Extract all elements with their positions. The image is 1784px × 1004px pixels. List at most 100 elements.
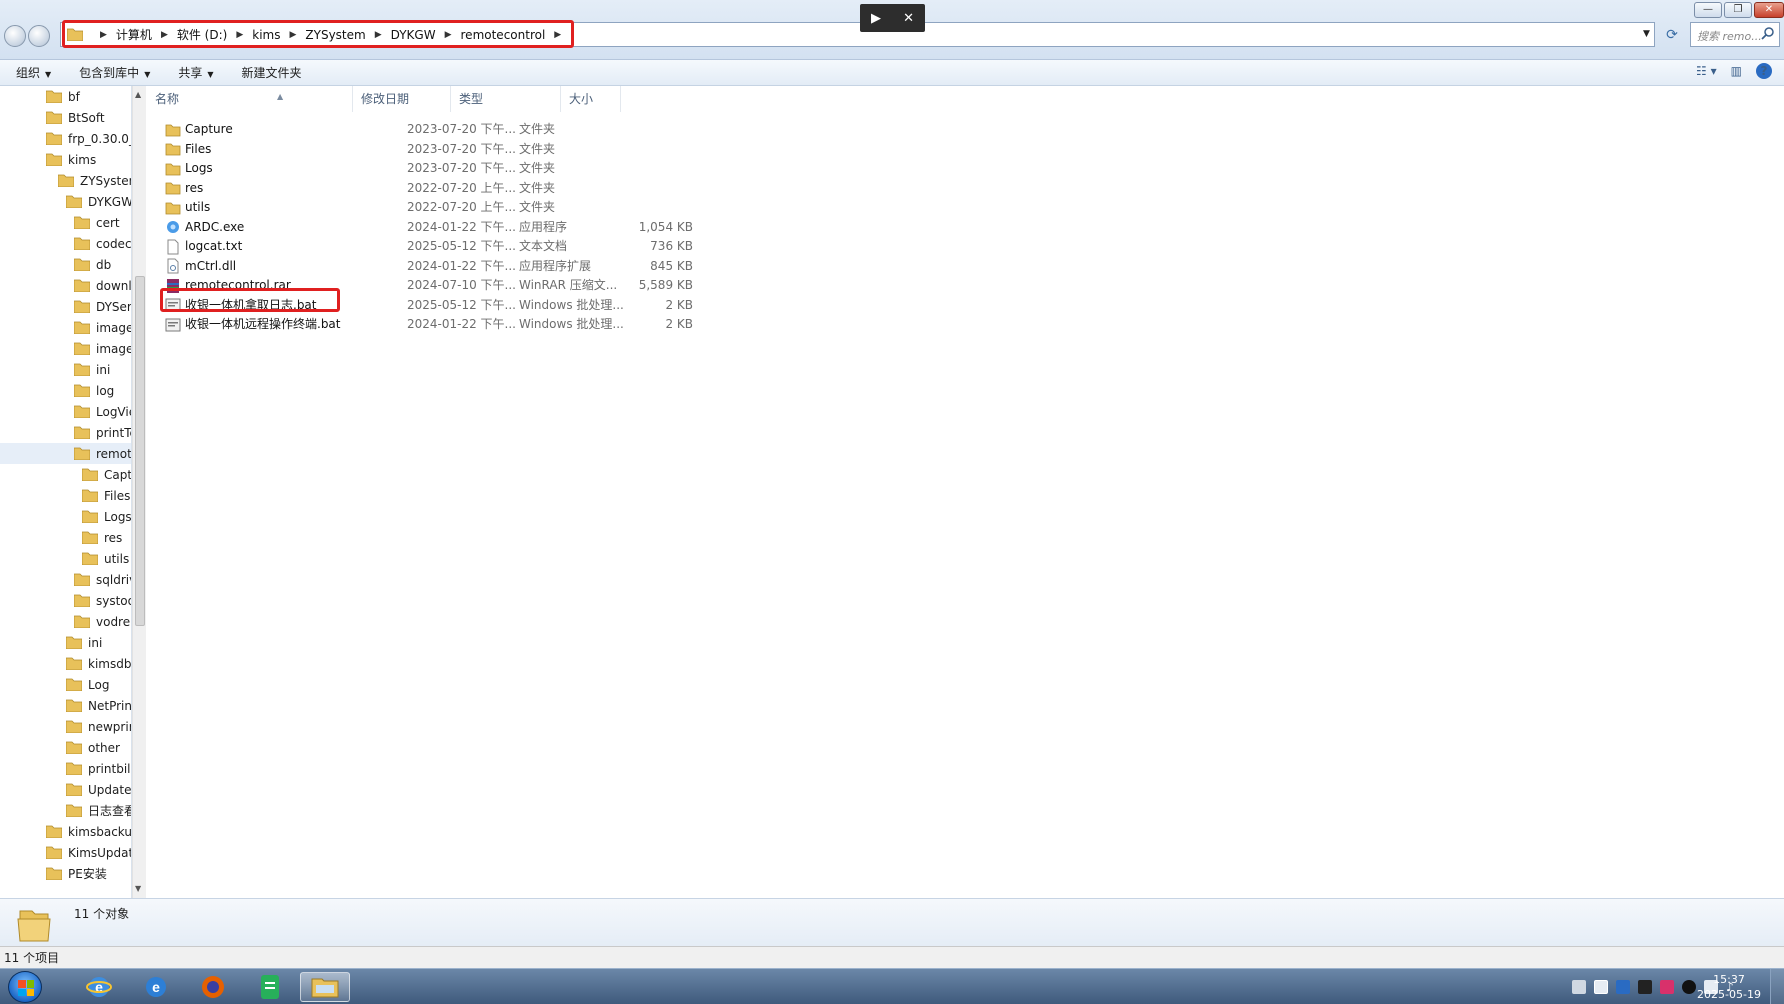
nav-tree-item[interactable]: ini: [66, 632, 102, 653]
caret-down-icon: ▼: [207, 70, 214, 79]
window-icon[interactable]: [1594, 980, 1608, 994]
folder-icon: [46, 825, 62, 838]
nav-tree-item[interactable]: UpdateL: [66, 779, 131, 800]
scroll-down-icon[interactable]: ▼: [135, 884, 141, 893]
share-menu[interactable]: 共享 ▼: [178, 64, 213, 81]
taskbar-ie-button[interactable]: e: [74, 972, 124, 1002]
nav-tree-item[interactable]: DYServ: [74, 296, 131, 317]
taskbar-firefox-button[interactable]: [188, 972, 238, 1002]
file-row[interactable]: 收银一体机远程操作终端.bat 2024-01-22 下午... Windows 批…: [147, 315, 707, 334]
nav-tree-item[interactable]: Files: [82, 485, 130, 506]
include-library-menu[interactable]: 包含到库中 ▼: [79, 64, 150, 81]
file-list: 名称 ▲ 修改日期 类型 大小 Capture 2023-07-20 下午... 文…: [147, 86, 1784, 898]
preview-pane-icon[interactable]: ▥: [1731, 64, 1742, 78]
search-placeholder: 搜索 remo...: [1697, 30, 1762, 43]
column-date-header[interactable]: 修改日期: [353, 86, 451, 112]
nav-tree-item[interactable]: Logs: [82, 506, 131, 527]
nav-tree-item[interactable]: PE安装: [46, 863, 107, 884]
folder-icon: [74, 384, 90, 397]
new-folder-button[interactable]: 新建文件夹: [242, 64, 302, 81]
nav-tree-item[interactable]: log: [74, 380, 114, 401]
nav-tree-item[interactable]: kims: [46, 149, 96, 170]
view-options-icon[interactable]: ☷ ▾: [1696, 64, 1717, 78]
nav-tree-item[interactable]: printbill: [66, 758, 131, 779]
taskbar-clock[interactable]: 15:37 2025-05-19: [1694, 972, 1764, 1002]
nav-tree-item[interactable]: utils: [82, 548, 129, 569]
refresh-icon[interactable]: ⟳: [1660, 24, 1684, 46]
nav-tree-item[interactable]: sqldriv: [74, 569, 131, 590]
file-name: ARDC.exe: [185, 219, 245, 234]
column-size-header[interactable]: 大小: [561, 86, 621, 112]
nav-tree-item[interactable]: kimsbackup: [46, 821, 131, 842]
taskbar-explorer-button[interactable]: [300, 972, 350, 1002]
file-size: 1,054 KB: [638, 219, 693, 234]
nav-tree-item[interactable]: db: [74, 254, 111, 275]
nav-tree-item[interactable]: bf: [46, 86, 80, 107]
file-row[interactable]: mCtrl.dll 2024-01-22 下午... 应用程序扩展 845 KB: [147, 257, 707, 276]
nav-tree-item[interactable]: frp_0.30.0_w: [46, 128, 131, 149]
file-row[interactable]: res 2022-07-20 上午... 文件夹: [147, 179, 707, 198]
file-name-cell: ARDC.exe: [165, 218, 244, 237]
nav-tree-item[interactable]: 日志查看: [66, 800, 131, 821]
start-button[interactable]: [8, 971, 42, 1003]
nav-tree-item[interactable]: res: [82, 527, 122, 548]
taskbar-green-app-button[interactable]: [245, 972, 295, 1002]
nav-tree-item[interactable]: KimsUpdate: [46, 842, 131, 863]
nav-scrollbar[interactable]: ▲ ▼: [132, 86, 146, 898]
file-date: 2022-07-20 上午...: [407, 200, 516, 214]
nav-tree-item[interactable]: BtSoft: [46, 107, 105, 128]
nav-tree-item[interactable]: vodrer: [74, 611, 131, 632]
nav-tree-item[interactable]: remote: [0, 443, 131, 464]
taskbar-ie2-button[interactable]: e: [131, 972, 181, 1002]
nav-tree-item[interactable]: NetPrintl: [66, 695, 131, 716]
folder-icon: [82, 489, 98, 502]
file-row[interactable]: ARDC.exe 2024-01-22 下午... 应用程序 1,054 KB: [147, 218, 707, 237]
minimize-button[interactable]: —: [1694, 2, 1722, 18]
file-row[interactable]: logcat.txt 2025-05-12 下午... 文本文档 736 KB: [147, 237, 707, 256]
scroll-thumb[interactable]: [135, 276, 145, 626]
play-icon[interactable]: ▶: [871, 11, 881, 26]
file-row[interactable]: Files 2023-07-20 下午... 文件夹: [147, 140, 707, 159]
app-tray-icon[interactable]: [1616, 980, 1630, 994]
nav-tree-item[interactable]: imagef: [74, 317, 131, 338]
address-dropdown-icon[interactable]: ▼: [1643, 29, 1650, 39]
red-app-icon[interactable]: [1660, 980, 1674, 994]
close-button[interactable]: ✕: [1754, 2, 1784, 18]
search-input[interactable]: 搜索 remo...: [1690, 22, 1780, 47]
help-icon[interactable]: ?: [1756, 63, 1772, 79]
nav-tree-item[interactable]: LogVie: [74, 401, 131, 422]
scroll-up-icon[interactable]: ▲: [135, 90, 141, 99]
file-row[interactable]: Logs 2023-07-20 下午... 文件夹: [147, 159, 707, 178]
nav-tree-item[interactable]: printTc: [74, 422, 131, 443]
keyboard-icon[interactable]: [1572, 980, 1586, 994]
figure-icon[interactable]: [1638, 980, 1652, 994]
file-size: [613, 159, 693, 178]
back-button[interactable]: [4, 25, 26, 47]
organize-menu[interactable]: 组织 ▼: [16, 64, 51, 81]
nav-tree-item[interactable]: codecs: [74, 233, 131, 254]
nav-tree-item[interactable]: kimsdb: [66, 653, 131, 674]
search-icon[interactable]: [1761, 26, 1775, 40]
file-row[interactable]: utils 2022-07-20 上午... 文件夹: [147, 198, 707, 217]
file-date: 2024-01-22 下午...: [407, 219, 516, 234]
file-date: 2023-07-20 下午...: [407, 161, 516, 175]
nav-tree-item[interactable]: newprint: [66, 716, 131, 737]
nav-tree-item[interactable]: DYKGW: [66, 191, 131, 212]
column-type-header[interactable]: 类型: [451, 86, 561, 112]
nav-tree-item[interactable]: systoo: [74, 590, 131, 611]
show-desktop-button[interactable]: [1770, 969, 1784, 1004]
maximize-button[interactable]: ❐: [1724, 2, 1752, 18]
nav-tree-item[interactable]: images: [74, 338, 131, 359]
file-row[interactable]: Capture 2023-07-20 下午... 文件夹: [147, 120, 707, 139]
nav-tree-item[interactable]: other: [66, 737, 120, 758]
nav-tree-item[interactable]: cert: [74, 212, 120, 233]
nav-tree-item[interactable]: Log: [66, 674, 109, 695]
nav-tree-item[interactable]: downlo: [74, 275, 131, 296]
nav-tree-item[interactable]: ini: [74, 359, 110, 380]
column-name-header[interactable]: 名称 ▲: [147, 86, 353, 112]
nav-tree-item[interactable]: Captu: [82, 464, 131, 485]
nav-tree-item[interactable]: ZYSystem: [58, 170, 131, 191]
close-circle-icon[interactable]: ✕: [903, 11, 914, 26]
nav-tree-label: frp_0.30.0_w: [68, 131, 131, 146]
forward-button[interactable]: [28, 25, 50, 47]
